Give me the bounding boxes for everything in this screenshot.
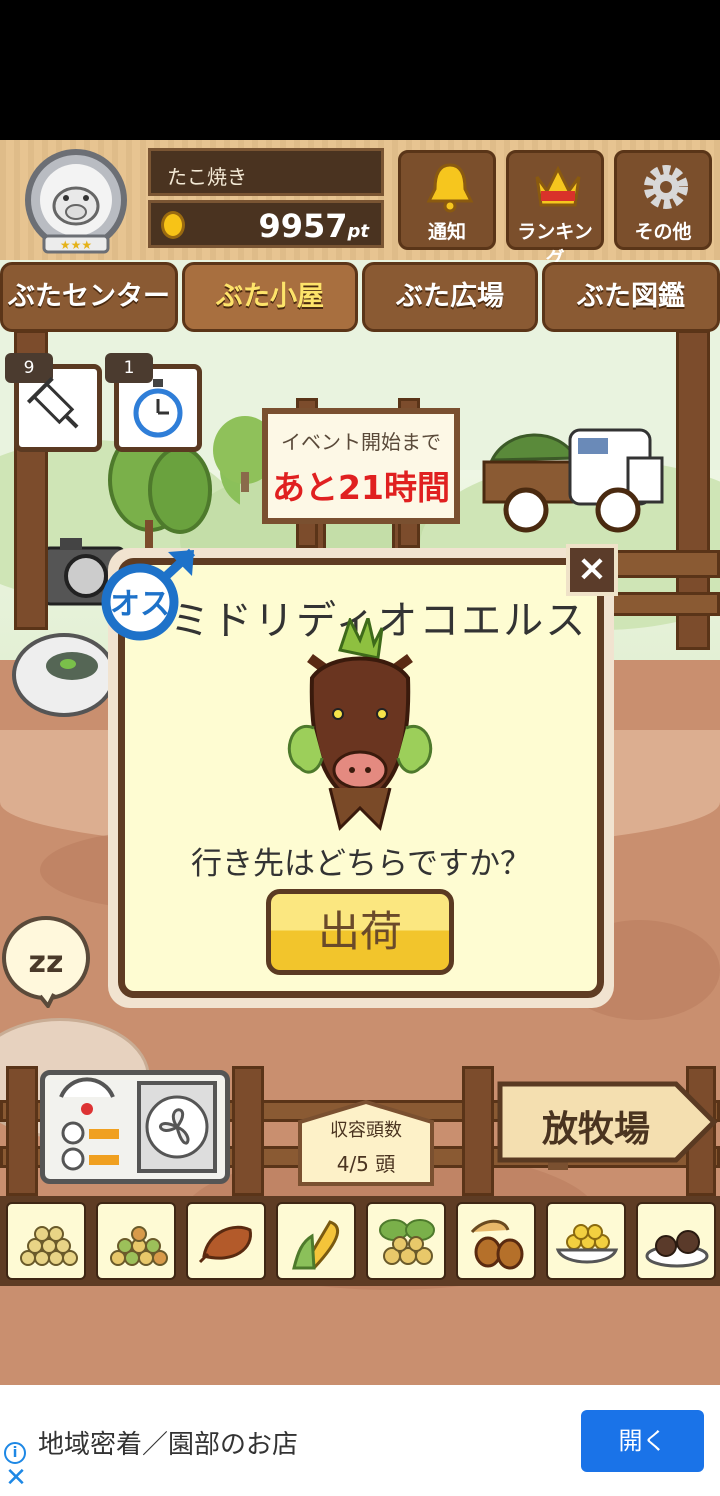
stopwatch-icon [133, 379, 183, 438]
acorns-icon [470, 1219, 524, 1270]
notification-label: 通知 [427, 221, 466, 243]
svg-text:zz: zz [29, 945, 64, 980]
capacity-label: 収容頭数 [330, 1120, 402, 1141]
coin-icon [161, 211, 185, 239]
syringe-item-slot[interactable]: 9 [5, 353, 102, 452]
pasture-label: 放牧場 [541, 1109, 650, 1150]
player-name: たこ焼き [148, 148, 384, 196]
crown-icon [535, 165, 581, 207]
food-slot-2[interactable] [96, 1202, 176, 1280]
points-value: 9957 [258, 207, 348, 245]
other-button[interactable]: その他 [614, 150, 712, 250]
syringe-icon [27, 377, 79, 429]
event-countdown-label: イベント開始まで [281, 430, 441, 454]
sleeping-bubble-icon: zz [2, 916, 90, 1008]
ad-text[interactable]: 地域密着／園部のお店 [38, 1424, 298, 1461]
male-label: オス [110, 587, 170, 622]
ranking-button[interactable]: ランキング [506, 150, 604, 270]
ad-close-icon[interactable]: ✕ [4, 1465, 28, 1491]
ad-info-icon[interactable]: i [4, 1442, 26, 1464]
food-slot-4[interactable] [276, 1202, 356, 1280]
capacity-sign: 収容頭数 4/5 頭 [296, 1100, 436, 1186]
pig-avatar-icon: ★★★ [25, 149, 127, 254]
gear-icon [644, 165, 688, 209]
food-slot-1[interactable] [6, 1202, 86, 1280]
boar-portrait-icon [287, 618, 433, 831]
player-rank-avatar[interactable]: ★★★ [14, 148, 138, 256]
event-countdown-sign: イベント開始まで あと21時間 [262, 408, 460, 524]
grain-bowl-icon [555, 1224, 619, 1264]
notification-button[interactable]: 通知 [398, 150, 496, 250]
mixed-beans-icon [110, 1226, 168, 1266]
food-slot-5[interactable] [366, 1202, 446, 1280]
sweet-potato-icon [198, 1225, 252, 1264]
climate-control-panel[interactable] [40, 1070, 230, 1184]
tab-buta-hiroba[interactable]: ぶた広場 [362, 262, 538, 332]
bell-icon [426, 163, 474, 213]
fan-control-icon [59, 1077, 217, 1173]
soybeans-icon [20, 1226, 78, 1266]
event-countdown-time: あと21時間 [272, 468, 450, 507]
food-slot-3[interactable] [186, 1202, 266, 1280]
herb-seeds-icon [379, 1219, 435, 1265]
capacity-value: 4/5 頭 [336, 1152, 396, 1176]
tab-buta-center[interactable]: ぶたセンター [0, 262, 178, 332]
truffles-icon [645, 1230, 709, 1268]
points-unit: pt [347, 221, 370, 242]
ad-open-button[interactable]: 開く [581, 1410, 704, 1472]
stopwatch-item-slot[interactable]: 1 [105, 353, 202, 452]
points-display: 9957pt [148, 200, 384, 248]
robot-vacuum-icon [12, 633, 116, 717]
truck-illustration [482, 428, 664, 533]
corn-icon [292, 1220, 339, 1270]
svg-text:★★★: ★★★ [60, 238, 92, 252]
pasture-sign[interactable]: 放牧場 [496, 1080, 718, 1170]
tab-buta-koya[interactable]: ぶた小屋 [182, 262, 358, 332]
food-slot-8[interactable] [636, 1202, 716, 1280]
food-slot-6[interactable] [456, 1202, 536, 1280]
main-tabs: ぶたセンター ぶた小屋 ぶた広場 ぶた図鑑 [0, 262, 720, 332]
destination-question: 行き先はどちらですか？ [190, 846, 532, 882]
other-label: その他 [634, 221, 692, 243]
food-slot-7[interactable] [546, 1202, 626, 1280]
tab-buta-zukan[interactable]: ぶた図鑑 [542, 262, 720, 332]
ship-button[interactable]: 出荷 [266, 889, 454, 975]
status-bar [0, 0, 720, 140]
